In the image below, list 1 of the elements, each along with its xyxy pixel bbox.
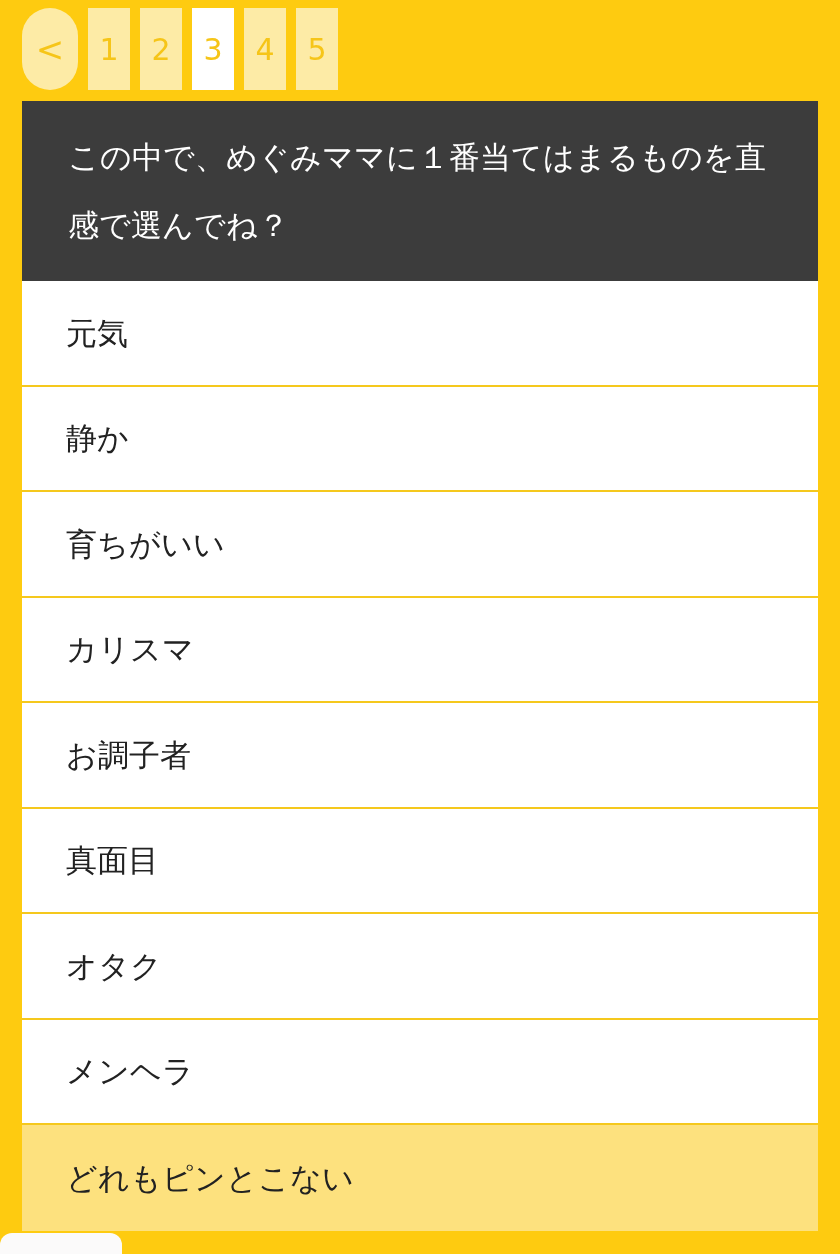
question-text: この中で、めぐみママに１番当てはまるものを直感で選んでね？ bbox=[68, 138, 767, 245]
